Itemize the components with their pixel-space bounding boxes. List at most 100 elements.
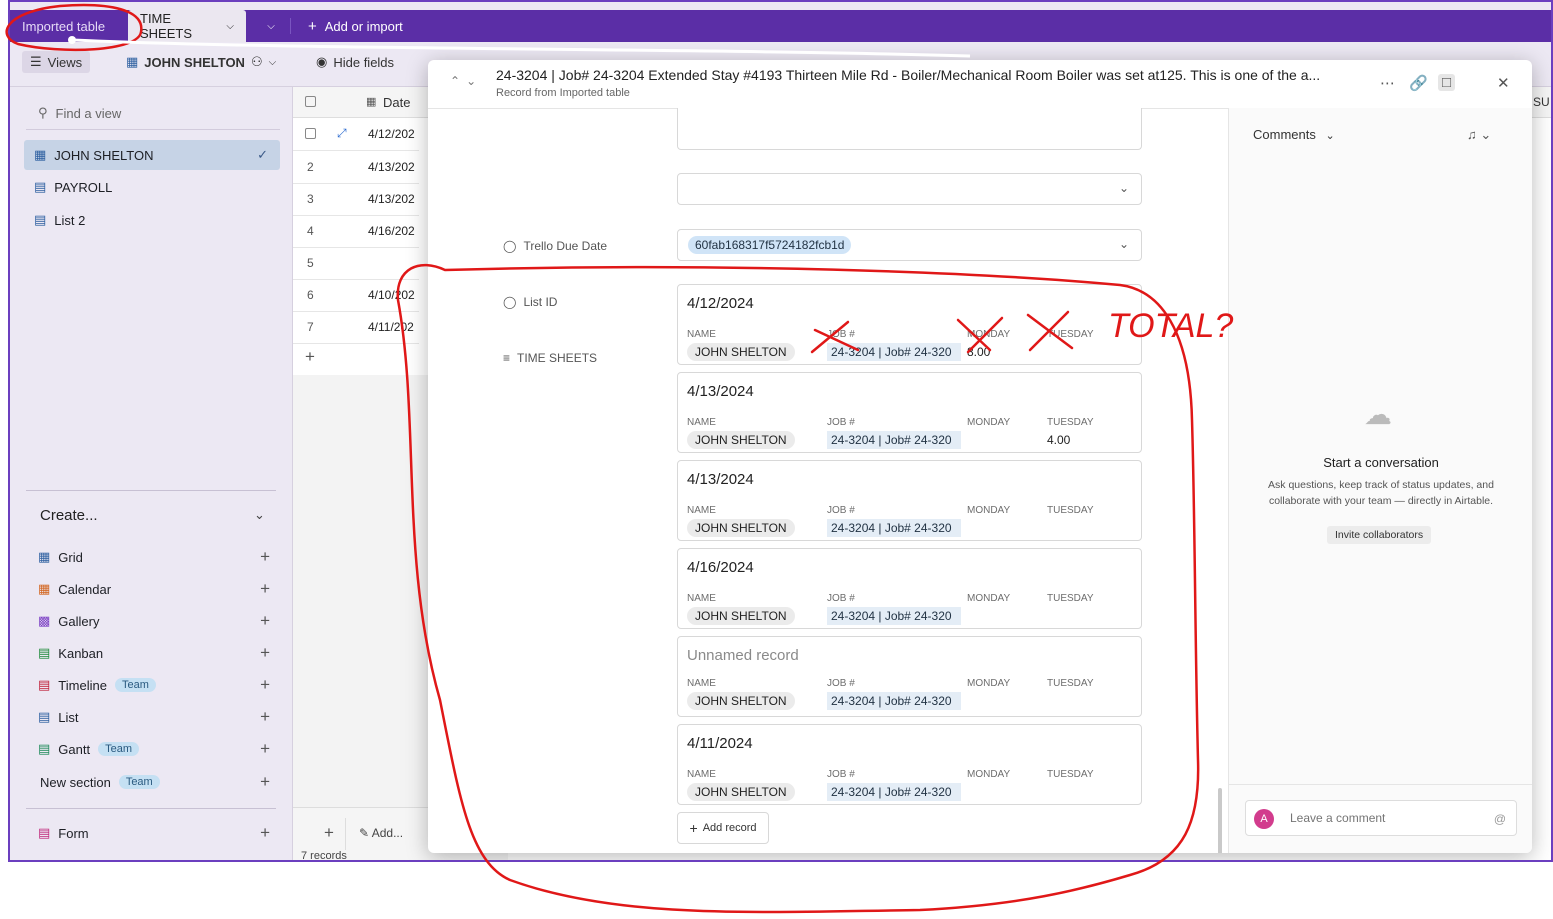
table-row[interactable]: ⤢ 4/12/202 [293, 118, 419, 151]
table-row[interactable]: 4 4/16/202 [293, 215, 419, 248]
plus-icon[interactable]: + [260, 772, 270, 792]
invite-collaborators-button[interactable]: Invite collaborators [1327, 526, 1432, 544]
name-column-label: NAME [687, 593, 716, 604]
row-number: 3 [307, 192, 314, 206]
plus-icon[interactable]: + [260, 579, 270, 599]
plus-icon[interactable]: + [260, 547, 270, 567]
sidebar-item-john-shelton[interactable]: ▦ JOHN SHELTON ✓ [24, 140, 280, 170]
sidebar-item-list-2[interactable]: ▤ List 2 [24, 205, 280, 235]
linked-records-icon: ≡ [503, 351, 511, 365]
monday-column-label: MONDAY [967, 329, 1011, 340]
time-sheets-label: ≡ TIME SHEETS [503, 351, 597, 365]
expand-icon[interactable]: ⤢ [337, 126, 347, 141]
view-switcher[interactable]: ▦ JOHN SHELTON ⚇ ⌵ [126, 54, 276, 70]
grid-icon: ▦ [126, 54, 139, 69]
create-form[interactable]: ▤ Form + [38, 821, 278, 845]
chevron-up-icon[interactable]: ⌃ [450, 74, 466, 88]
linked-record-card[interactable]: 4/16/2024 NAME JOB # MONDAY TUESDAY JOHN… [677, 548, 1142, 629]
row-checkbox[interactable] [305, 128, 316, 139]
sun-column-header[interactable]: SU [1533, 95, 1550, 109]
create-item-label: Gallery [58, 613, 100, 629]
add-magic-button[interactable]: ✎ Add... [359, 826, 403, 840]
list-id-field[interactable]: 60fab168317f5724182fcb1d ⌄ [677, 229, 1142, 261]
add-label: Add... [371, 826, 404, 840]
plus-icon[interactable]: + [260, 643, 270, 663]
name-chip: JOHN SHELTON [687, 692, 795, 710]
job-chip: 24-3204 | Job# 24-320 [827, 431, 961, 449]
create-item-label: New section [40, 774, 111, 790]
tab-imported-table[interactable]: Imported table [10, 10, 128, 42]
add-row-button[interactable]: + [305, 347, 315, 367]
name-column-label: NAME [687, 769, 716, 780]
divider [26, 808, 276, 809]
chevron-down-icon[interactable]: ⌄ [1119, 181, 1129, 195]
chevron-down-icon[interactable]: ⌄ [1119, 237, 1129, 251]
find-view-search[interactable]: ⚲ Find a view [38, 105, 121, 121]
field-label: TIME SHEETS [517, 351, 598, 365]
tab-time-sheets[interactable]: TIME SHEETS ⌵ [128, 10, 246, 42]
date-column-header[interactable]: Date [383, 95, 410, 110]
plus-icon[interactable]: + [260, 823, 270, 843]
more-options-icon[interactable]: ⋯ [1380, 74, 1395, 92]
plus-icon[interactable]: + [260, 675, 270, 695]
chevron-down-icon[interactable]: ⌄ [254, 507, 265, 523]
create-item-label: List [58, 709, 79, 725]
more-tables-dropdown[interactable]: ⌵ [256, 10, 286, 42]
scrollbar[interactable] [1218, 788, 1222, 853]
plus-icon: + [308, 17, 317, 35]
tuesday-column-label: TUESDAY [1047, 678, 1094, 689]
select-all-checkbox[interactable] [305, 96, 316, 107]
add-field-button[interactable]: + [313, 818, 346, 850]
linked-record-card[interactable]: 4/13/2024 NAME JOB # MONDAY TUESDAY JOHN… [677, 460, 1142, 541]
create-calendar[interactable]: ▦ Calendar + [38, 577, 278, 601]
create-gantt[interactable]: ▤ Gantt Team + [38, 737, 278, 761]
long-text-field[interactable] [677, 108, 1142, 150]
plus-icon[interactable]: + [260, 739, 270, 759]
linked-record-card[interactable]: 4/11/2024 NAME JOB # MONDAY TUESDAY JOHN… [677, 724, 1142, 805]
bell-icon[interactable]: ♫ ⌄ [1467, 127, 1491, 143]
create-item-label: Form [58, 825, 89, 841]
row-number: 2 [307, 160, 314, 174]
create-kanban[interactable]: ▤ Kanban + [38, 641, 278, 665]
table-row[interactable]: 7 4/11/202 [293, 311, 419, 344]
close-icon[interactable]: ✕ [1497, 74, 1510, 92]
sidebar-item-payroll[interactable]: ▤ PAYROLL [24, 172, 280, 202]
plus-icon[interactable]: + [260, 611, 270, 631]
table-row[interactable]: 3 4/13/202 [293, 183, 419, 216]
create-new-section[interactable]: New section Team + [40, 770, 278, 794]
job-column-label: JOB # [827, 678, 855, 689]
record-navigation[interactable]: ⌃⌄ [450, 74, 482, 88]
chevron-down-icon[interactable]: ⌄ [466, 74, 482, 88]
row-date: 4/11/202 [368, 320, 414, 334]
hide-fields-button[interactable]: ◉ Hide fields [316, 54, 394, 70]
comment-input[interactable] [1290, 811, 1480, 825]
linked-record-card[interactable]: 4/12/2024 NAME JOB # MONDAY TUESDAY JOHN… [677, 284, 1142, 365]
create-list[interactable]: ▤ List + [38, 705, 278, 729]
create-gallery[interactable]: ▩ Gallery + [38, 609, 278, 633]
row-date: 4/12/202 [368, 127, 415, 141]
list-id-chip: 60fab168317f5724182fcb1d [688, 236, 852, 254]
create-section-header[interactable]: Create... [40, 507, 98, 524]
name-chip: JOHN SHELTON [687, 783, 795, 801]
chevron-down-icon[interactable]: ⌵ [226, 21, 234, 32]
add-record-button[interactable]: + Add record [677, 812, 769, 844]
row-date: 4/13/202 [368, 160, 415, 174]
linked-record-card[interactable]: Unnamed record NAME JOB # MONDAY TUESDAY… [677, 636, 1142, 717]
views-button[interactable]: ☰ Views [22, 51, 91, 73]
plus-icon[interactable]: + [260, 707, 270, 727]
table-row[interactable]: 5 [293, 247, 419, 280]
link-icon[interactable]: 🔗 [1409, 74, 1428, 92]
comments-toggle-icon[interactable]: □ [1438, 74, 1456, 91]
linked-record-card[interactable]: 4/13/2024 NAME JOB # MONDAY TUESDAY JOHN… [677, 372, 1142, 453]
grid-icon: ▦ [34, 147, 47, 162]
trello-due-date-field[interactable]: ⌄ [677, 173, 1142, 205]
table-row[interactable]: 2 4/13/202 [293, 151, 419, 184]
create-timeline[interactable]: ▤ Timeline Team + [38, 673, 278, 697]
table-row[interactable]: 6 4/10/202 [293, 279, 419, 312]
create-grid[interactable]: ▦ Grid + [38, 545, 278, 569]
row-date: 4/16/202 [368, 224, 415, 238]
comments-header[interactable]: Comments ⌄ [1253, 127, 1335, 142]
plus-icon: + [689, 820, 698, 836]
add-or-import-button[interactable]: + Add or import [296, 10, 415, 42]
mention-icon[interactable]: @ [1494, 812, 1506, 826]
